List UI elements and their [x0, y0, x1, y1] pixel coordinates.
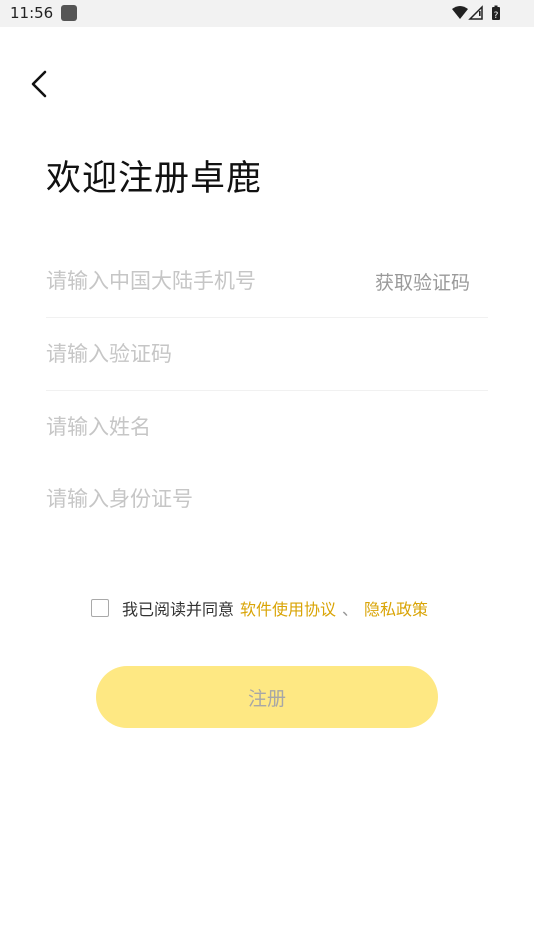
register-form: 获取验证码: [46, 245, 488, 535]
app-notification-icon: [61, 5, 77, 21]
battery-question: ?: [494, 11, 499, 21]
agreement-prefix: 我已阅读并同意: [122, 600, 235, 619]
agreement-row: 我已阅读并同意 软件使用协议 、 隐私政策: [91, 596, 428, 620]
status-time: 11:56: [10, 4, 54, 22]
terms-link[interactable]: 软件使用协议: [240, 596, 336, 620]
name-input[interactable]: [46, 415, 488, 439]
back-button[interactable]: [22, 66, 56, 102]
id-number-input[interactable]: [46, 487, 488, 511]
verification-code-input[interactable]: [46, 342, 488, 366]
battery-cap: [494, 5, 498, 8]
privacy-link[interactable]: 隐私政策: [364, 596, 428, 620]
id-row: [46, 463, 488, 535]
name-row: [46, 391, 488, 463]
chevron-left-icon: [31, 70, 47, 98]
phone-input[interactable]: [46, 269, 375, 293]
register-button[interactable]: 注册: [96, 666, 438, 728]
page-title: 欢迎注册卓鹿: [46, 159, 263, 199]
code-row: [46, 318, 488, 391]
phone-row: 获取验证码: [46, 245, 488, 318]
signal-alert: [479, 11, 481, 16]
agree-checkbox[interactable]: [91, 599, 109, 617]
status-bar: 11:56 ?: [0, 0, 534, 27]
register-screen: 11:56 ? 欢迎注册卓鹿 获取验证码: [0, 0, 534, 950]
wifi-icon: [452, 6, 468, 19]
status-icons-svg: ?: [452, 5, 500, 21]
agreement-separator: 、: [342, 600, 359, 619]
status-icons: ?: [452, 5, 504, 21]
get-code-button[interactable]: 获取验证码: [375, 268, 488, 295]
